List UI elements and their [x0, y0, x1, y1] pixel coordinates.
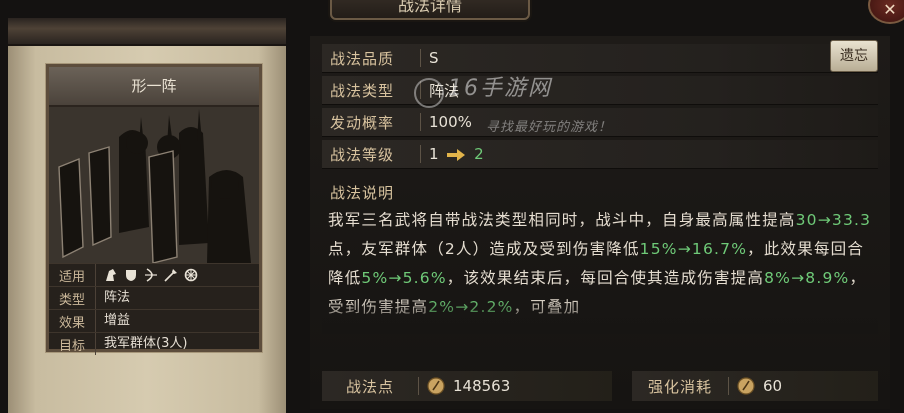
level-row: 战法等级 1 2 [322, 140, 878, 169]
target-row: 目标 我军群体(3人) [49, 332, 259, 355]
target-label: 目标 [58, 338, 85, 354]
tactic-details-panel: 战法品质 S 遗忘 战法类型 阵法 发动概率 100% 战法等级 1 2 战法说… [310, 36, 890, 409]
watermark-slogan: 寻找最好玩的游戏！ [486, 120, 613, 135]
tactic-points-label: 战法点 [345, 377, 394, 396]
spear-icon [164, 269, 177, 282]
trigger-value: 100% [429, 113, 472, 131]
upgrade-cost-value: 60 [763, 377, 783, 395]
level-current: 1 [429, 145, 439, 163]
description-segment: 点，友军群体（2人）造成及受到伤害降低 [328, 240, 640, 258]
level-value: 1 2 [429, 145, 484, 163]
tactic-card: 形一阵 适用 类型 阵法 效果 增益 目标 我军群体(3人) [46, 64, 262, 355]
applicable-row: 适用 [49, 263, 259, 286]
window-title: 战法详情 [330, 0, 530, 20]
effect-label: 效果 [58, 315, 85, 331]
description-heading: 战法说明 [330, 184, 395, 202]
tactic-name: 形一阵 [49, 67, 259, 107]
target-value: 我军群体(3人) [95, 333, 187, 355]
effect-row: 效果 增益 [49, 309, 259, 332]
trigger-label: 发动概率 [330, 113, 395, 132]
tactic-type-label: 战法类型 [330, 81, 395, 100]
forget-button[interactable]: 遗忘 [830, 40, 878, 72]
tactic-attributes: 适用 类型 阵法 效果 增益 目标 我军群体(3人) [49, 263, 259, 355]
level-up-arrow-icon [447, 148, 466, 161]
tactic-points-value: 148563 [453, 377, 511, 395]
level-next: 2 [474, 145, 484, 163]
upgrade-value-text: 8%→8.9% [764, 269, 850, 287]
type-value: 阵法 [95, 287, 130, 309]
upgrade-value-text: 5%→5.6% [361, 269, 447, 287]
army-silhouette-image [49, 107, 259, 263]
close-button[interactable]: ✕ [868, 0, 904, 24]
cavalry-icon [106, 269, 116, 281]
scroll-rod [8, 18, 286, 46]
bow-icon [145, 268, 157, 282]
type-row: 类型 阵法 [49, 286, 259, 309]
tactic-point-coin-icon [427, 377, 445, 395]
type-label: 类型 [58, 292, 85, 308]
upgrade-value-text: 30→33.3 [795, 211, 872, 229]
upgrade-cost-label: 强化消耗 [647, 377, 712, 396]
shield-icon [126, 270, 136, 281]
quality-value: S [429, 49, 439, 67]
upgrade-value-text: 15%→16.7% [639, 240, 748, 258]
type-detail-row: 战法类型 阵法 [322, 76, 878, 105]
watermark-logo [414, 78, 444, 108]
upgrade-cost-coin-icon [737, 377, 755, 395]
footer-bar: 战法点 148563 强化消耗 60 [322, 370, 878, 402]
quality-label: 战法品质 [330, 49, 395, 68]
upgrade-cost: 强化消耗 60 [632, 371, 878, 401]
effect-value: 增益 [95, 310, 130, 332]
tactic-scroll: 形一阵 适用 类型 阵法 效果 增益 目标 我军群体(3人) [8, 18, 286, 413]
description-segment: ，该效果结束后，每回合使其造成伤害提高 [446, 269, 765, 287]
applicable-label: 适用 [58, 269, 85, 285]
close-icon: ✕ [883, 0, 897, 19]
applicable-unit-icons [95, 264, 198, 286]
description-segment: 我军三名武将自带战法类型相同时，战斗中，自身最高属性提高 [328, 211, 796, 229]
quality-row: 战法品质 S [322, 44, 878, 73]
watermark-brand: 16手游网 [448, 76, 552, 101]
tactic-points: 战法点 148563 [322, 371, 612, 401]
wheel-icon [184, 268, 198, 282]
level-label: 战法等级 [330, 145, 395, 164]
